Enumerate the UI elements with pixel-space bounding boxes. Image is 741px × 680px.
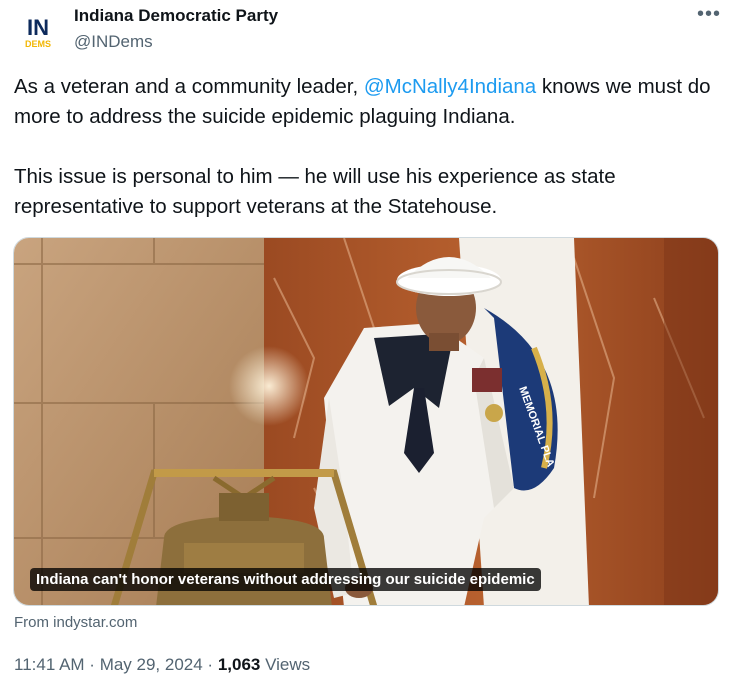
avatar[interactable]: IN DEMS (14, 8, 62, 56)
meta-separator: · (84, 655, 100, 674)
tweet-paragraph-2: This issue is personal to him — he will … (14, 165, 616, 218)
meta-separator: · (202, 655, 218, 674)
views-label: Views (260, 655, 311, 674)
author-name[interactable]: Indiana Democratic Party (74, 6, 278, 26)
mention-link[interactable]: @McNally4Indiana (364, 75, 536, 98)
link-card-image[interactable]: MEMORIAL PLA Indiana can't honor veteran… (13, 237, 719, 606)
more-icon[interactable]: ••• (695, 4, 723, 32)
tweet-header: IN DEMS Indiana Democratic Party @INDems… (0, 0, 741, 70)
avatar-logo-text: IN (27, 15, 49, 40)
tweet-paragraph-1: As a veteran and a community leader, @Mc… (14, 72, 714, 132)
tweet-text: As a veteran and a community leader, @Mc… (14, 72, 714, 222)
tweet-date[interactable]: May 29, 2024 (100, 655, 203, 674)
tweet-text-segment: As a veteran and a community leader, (14, 75, 364, 98)
tweet-time[interactable]: 11:41 AM (14, 655, 85, 674)
author-handle[interactable]: @INDems (74, 32, 153, 52)
views-count: 1,063 (217, 655, 261, 674)
avatar-logo-subtext: DEMS (25, 39, 51, 49)
link-source[interactable]: From indystar.com (14, 614, 137, 631)
link-card-caption: Indiana can't honor veterans without add… (30, 568, 541, 591)
tweet-meta: 11:41 AM · May 29, 2024 · 1,063 Views (14, 655, 310, 675)
